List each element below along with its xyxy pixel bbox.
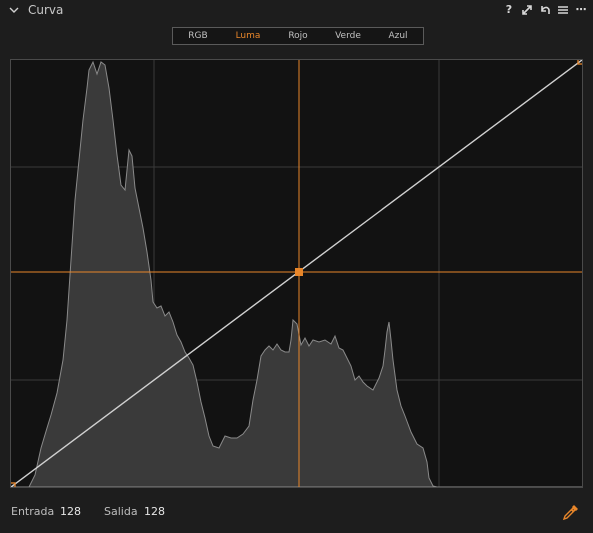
tab-luma[interactable]: Luma <box>223 28 273 44</box>
footer-readout: Entrada 128 Salida 128 <box>0 505 593 523</box>
output-value: 128 <box>144 505 165 518</box>
eyedropper-icon[interactable] <box>562 503 580 521</box>
tab-rojo[interactable]: Rojo <box>273 28 323 44</box>
curve-point-selected[interactable] <box>295 268 303 276</box>
curve-panel: Curva ? ⋯ RGB Luma Rojo Verde Azul Entra… <box>0 0 593 533</box>
panel-header: Curva ? ⋯ <box>0 0 593 22</box>
header-tools: ? ⋯ <box>503 3 587 17</box>
help-icon[interactable]: ? <box>503 4 515 16</box>
input-value: 128 <box>60 505 81 518</box>
channel-tabs: RGB Luma Rojo Verde Azul <box>172 27 424 45</box>
collapse-chevron-icon[interactable] <box>8 4 20 16</box>
tab-verde[interactable]: Verde <box>323 28 373 44</box>
input-label: Entrada <box>11 505 55 518</box>
reset-icon[interactable] <box>539 4 551 16</box>
curve-editor[interactable] <box>7 56 586 491</box>
curve-canvas[interactable] <box>7 56 586 491</box>
output-label: Salida <box>104 505 138 518</box>
more-icon[interactable]: ⋯ <box>575 4 587 16</box>
expand-icon[interactable] <box>521 4 533 16</box>
panel-title: Curva <box>28 3 64 17</box>
menu-icon[interactable] <box>557 4 569 16</box>
tab-rgb[interactable]: RGB <box>173 28 223 44</box>
tab-azul[interactable]: Azul <box>373 28 423 44</box>
